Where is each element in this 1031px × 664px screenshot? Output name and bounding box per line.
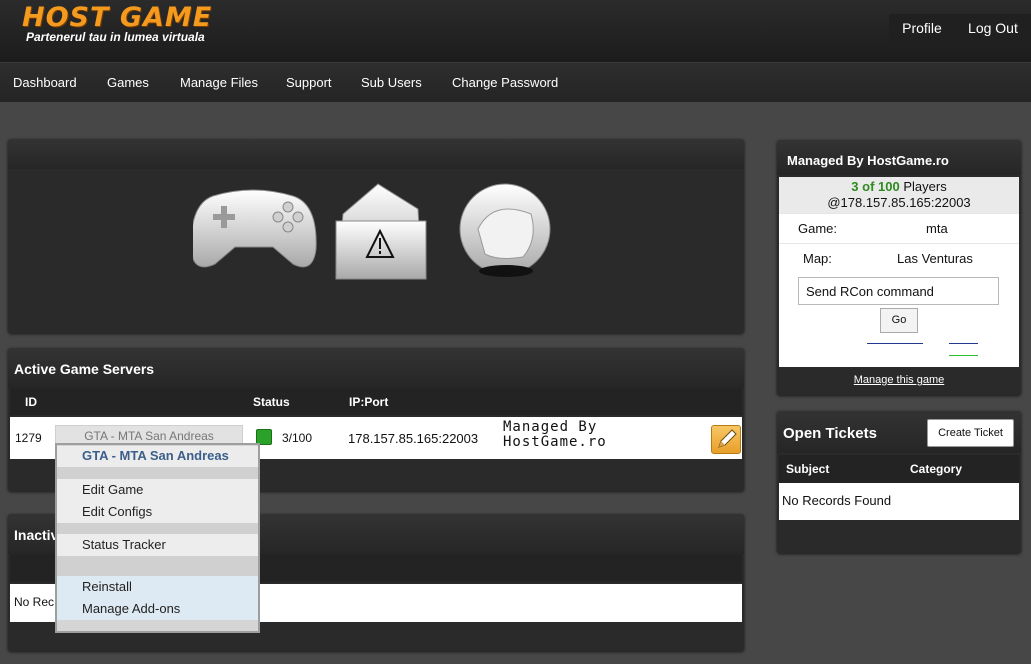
menu-divider bbox=[57, 556, 258, 576]
nav-change-password[interactable]: Change Password bbox=[452, 75, 558, 90]
main-nav: Dashboard Games Manage Files Support Sub… bbox=[0, 62, 1031, 102]
map-row: Map: Las Venturas bbox=[779, 243, 1019, 272]
menu-status-tracker[interactable]: Status Tracker bbox=[57, 534, 258, 556]
col-ipport: IP:Port bbox=[349, 395, 389, 409]
warning-ticket-icon[interactable] bbox=[335, 183, 427, 280]
context-menu-title: GTA - MTA San Andreas bbox=[57, 446, 258, 467]
pencil-icon bbox=[718, 429, 737, 448]
players-summary: 3 of 100 Players @178.157.85.165:22003 bbox=[779, 177, 1019, 213]
server-info-title: Managed By HostGame.ro bbox=[777, 140, 1021, 175]
site-header: HOST GAME Partenerul tau in lumea virtua… bbox=[0, 0, 1031, 62]
link-underline bbox=[949, 355, 978, 356]
player-count: 3/100 bbox=[282, 431, 313, 445]
gamepad-icon[interactable] bbox=[193, 189, 317, 268]
players-word: Players bbox=[903, 179, 947, 194]
game-context-menu: GTA - MTA San Andreas Edit Game Edit Con… bbox=[55, 443, 260, 633]
nav-sub-users[interactable]: Sub Users bbox=[361, 75, 422, 90]
menu-edit-game[interactable]: Edit Game bbox=[57, 479, 258, 501]
menu-divider bbox=[57, 467, 258, 479]
col-id: ID bbox=[25, 395, 37, 409]
profile-link[interactable]: Profile bbox=[902, 20, 942, 36]
logo[interactable]: HOST GAME bbox=[22, 4, 212, 32]
link-underline bbox=[949, 343, 978, 344]
tickets-empty-row: No Records Found bbox=[779, 483, 1019, 520]
game-label: Game: bbox=[798, 221, 838, 236]
server-info-body: 3 of 100 Players @178.157.85.165:22003 G… bbox=[779, 177, 1019, 367]
quick-actions-icons bbox=[193, 183, 551, 280]
game-value: mta bbox=[926, 221, 948, 236]
menu-edit-configs[interactable]: Edit Configs bbox=[57, 501, 258, 523]
active-servers-title: Active Game Servers bbox=[8, 348, 744, 388]
link-underline bbox=[867, 343, 923, 344]
rcon-command-input[interactable] bbox=[798, 277, 999, 305]
rcon-go-button[interactable]: Go bbox=[880, 308, 918, 333]
quick-actions-header bbox=[8, 139, 744, 169]
col-category: Category bbox=[910, 462, 963, 476]
logo-text: HOST GAME bbox=[22, 2, 213, 33]
nav-support[interactable]: Support bbox=[286, 75, 332, 90]
managed-by-label: Managed By HostGame.ro bbox=[503, 419, 607, 450]
menu-divider bbox=[57, 523, 258, 534]
edit-pencil-button[interactable] bbox=[711, 425, 741, 454]
nav-dashboard[interactable]: Dashboard bbox=[13, 75, 77, 90]
nav-manage-files[interactable]: Manage Files bbox=[180, 75, 258, 90]
server-info-panel: Managed By HostGame.ro 3 of 100 Players … bbox=[777, 140, 1021, 395]
players-count: 3 of 100 bbox=[851, 179, 900, 194]
game-row: Game: mta bbox=[779, 213, 1019, 242]
tickets-table-header: Subject Category bbox=[779, 455, 1019, 483]
col-status: Status bbox=[253, 395, 290, 409]
logout-link[interactable]: Log Out bbox=[968, 20, 1018, 36]
create-ticket-button[interactable]: Create Ticket bbox=[927, 419, 1014, 447]
menu-reinstall[interactable]: Reinstall bbox=[57, 576, 258, 598]
server-address: @178.157.85.165:22003 bbox=[827, 195, 971, 210]
menu-manage-addons[interactable]: Manage Add-ons bbox=[57, 598, 258, 620]
user-links: Profile Log Out bbox=[889, 14, 1031, 42]
active-servers-table-header: ID Status IP:Port bbox=[10, 388, 742, 415]
server-ipport: 178.157.85.165:22003 bbox=[348, 431, 479, 446]
manage-game-link[interactable]: Manage this game bbox=[777, 374, 1021, 386]
helmet-icon[interactable] bbox=[459, 183, 551, 277]
nav-games[interactable]: Games bbox=[107, 75, 149, 90]
server-id: 1279 bbox=[15, 431, 42, 445]
quick-actions-panel bbox=[8, 139, 744, 333]
open-tickets-panel: Open Tickets Create Ticket Subject Categ… bbox=[777, 411, 1021, 553]
col-subject: Subject bbox=[786, 462, 830, 476]
logo-tagline: Partenerul tau in lumea virtuala bbox=[26, 30, 205, 44]
map-label: Map: bbox=[803, 251, 832, 266]
map-value: Las Venturas bbox=[897, 251, 973, 266]
